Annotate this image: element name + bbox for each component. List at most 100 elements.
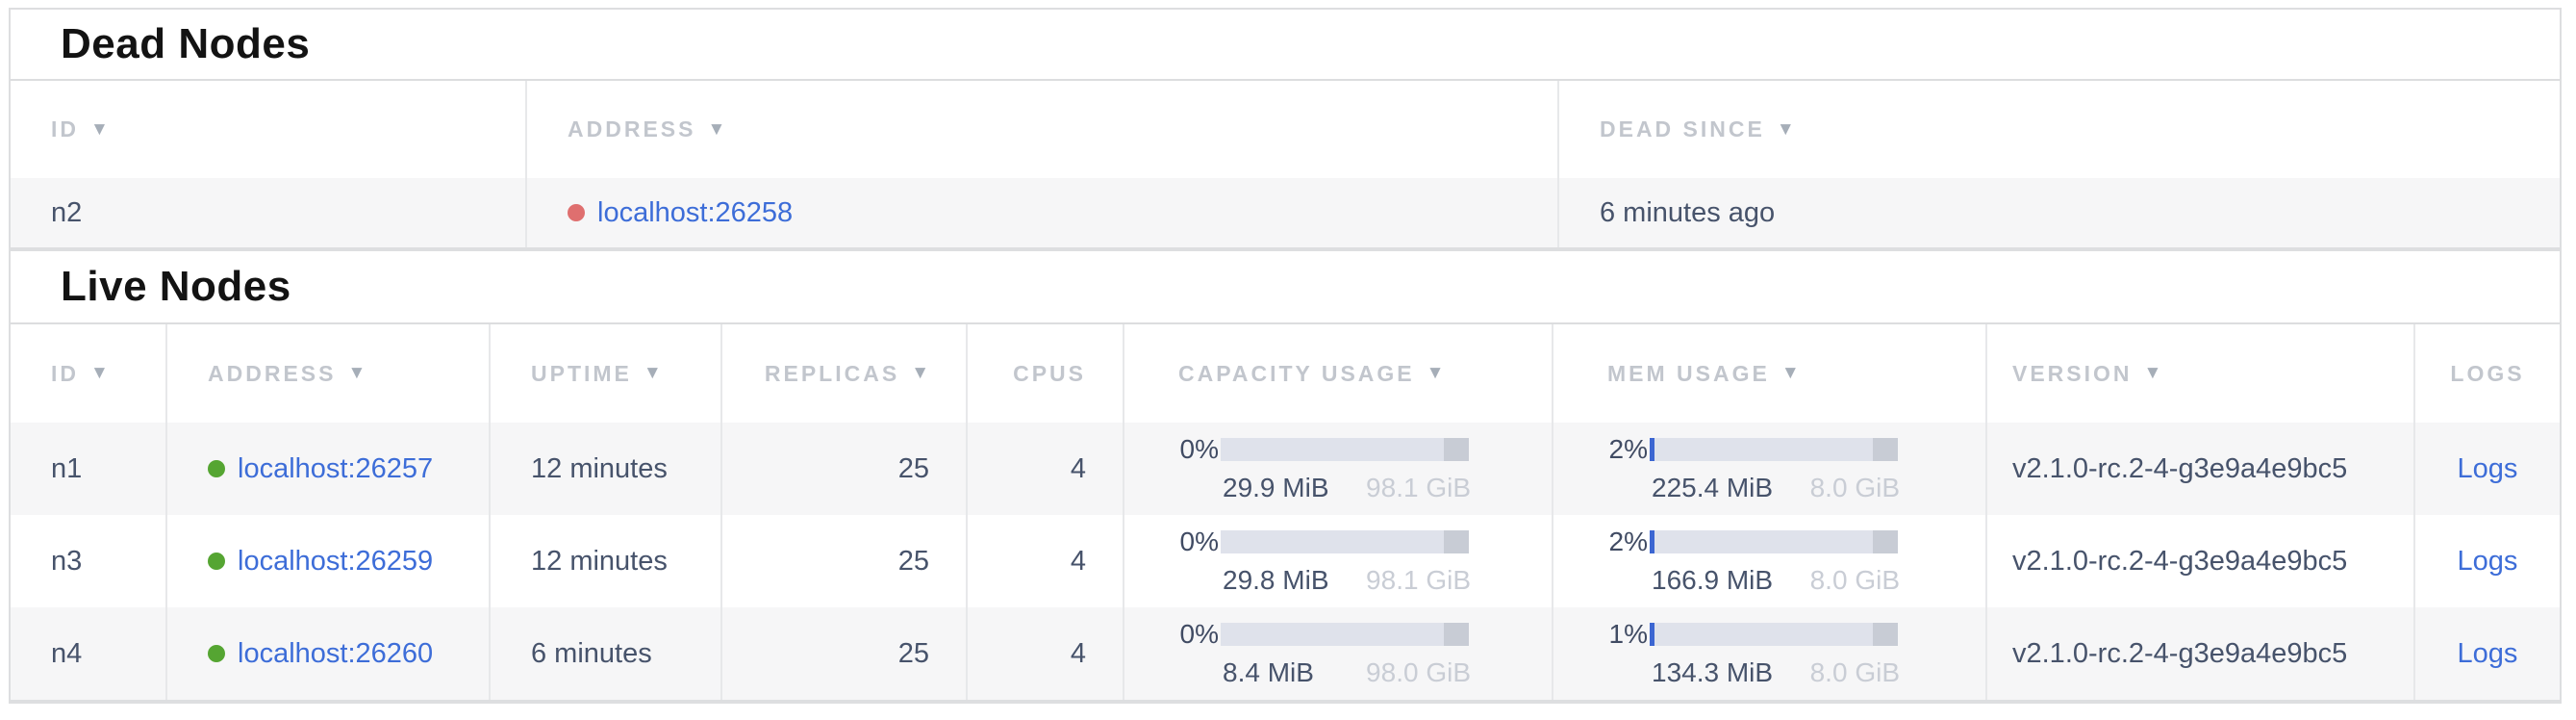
sort-desc-icon: ▼ [707,119,725,141]
uptime-cell: 6 minutes [491,607,722,700]
capacity-usage-cell: 0% 8.4 MiB 98.0 GiB [1124,607,1553,700]
logs-cell: Logs [2415,607,2560,700]
usage-percent-label: 1% [1607,619,1650,650]
node-address-link[interactable]: localhost:26260 [238,638,433,670]
sort-desc-icon: ▼ [1781,363,1800,384]
live-column-header-cpus: CPUS [968,324,1124,423]
version-cell: v2.1.0-rc.2-4-g3e9a4e9bc5 [1987,515,2415,607]
capacity-usage-widget: 0% 29.8 MiB 98.1 GiB [1178,527,1471,596]
cpus-cell: 4 [968,515,1124,607]
usage-used-label: 8.4 MiB [1223,657,1314,688]
usage-total-label: 98.1 GiB [1366,565,1471,596]
usage-bar [1221,623,1469,646]
mem-usage-widget: 2% 225.4 MiB 8.0 GiB [1607,434,1900,503]
usage-bar [1650,438,1898,461]
usage-bar [1650,530,1898,553]
cpus-cell: 4 [968,607,1124,700]
capacity-usage-widget: 0% 29.9 MiB 98.1 GiB [1178,434,1471,503]
capacity-usage-widget: 0% 8.4 MiB 98.0 GiB [1178,619,1471,688]
replicas-cell: 25 [722,515,968,607]
logs-cell: Logs [2415,515,2560,607]
replicas-cell: 25 [722,423,968,515]
usage-bar-fill [1650,623,1654,646]
node-address-link[interactable]: localhost:26259 [238,546,433,578]
live-column-header-id[interactable]: ID ▼ [11,324,167,423]
sort-desc-icon: ▼ [644,363,662,384]
usage-percent-label: 0% [1178,619,1221,650]
usage-used-label: 29.8 MiB [1223,565,1329,596]
table-row: n4 localhost:26260 6 minutes 25 4 0% [11,607,2560,700]
table-row: n3 localhost:26259 12 minutes 25 4 0% [11,515,2560,607]
replicas-cell: 25 [722,607,968,700]
mem-usage-cell: 2% 166.9 MiB 8.0 GiB [1553,515,1987,607]
table-row: n1 localhost:26257 12 minutes 25 4 0% [11,423,2560,515]
live-nodes-body: n1 localhost:26257 12 minutes 25 4 0% [11,423,2560,702]
usage-bar-end-block [1873,623,1898,646]
node-list-panel: Dead Nodes ID ▼ ADDRESS ▼ DEAD SINCE ▼ n… [9,8,2562,704]
dead-column-header-dead-since[interactable]: DEAD SINCE ▼ [1559,81,2560,178]
usage-percent-label: 0% [1178,434,1221,465]
usage-total-label: 8.0 GiB [1810,565,1900,596]
usage-total-label: 98.0 GiB [1366,657,1471,688]
node-address-cell: localhost:26258 [527,178,1559,247]
logs-link[interactable]: Logs [2458,638,2518,670]
mem-usage-cell: 2% 225.4 MiB 8.0 GiB [1553,423,1987,515]
dead-status-dot-icon [568,204,585,221]
usage-total-label: 8.0 GiB [1810,657,1900,688]
sort-desc-icon: ▼ [90,363,109,384]
sort-desc-icon: ▼ [1777,119,1795,141]
node-id-cell: n1 [11,423,167,515]
live-nodes-header-row: ID ▼ ADDRESS ▼ UPTIME ▼ REPLICAS ▼ CPUS … [11,324,2560,423]
node-address-cell: localhost:26259 [167,515,491,607]
node-address-link[interactable]: localhost:26258 [597,197,793,229]
usage-bar [1650,623,1898,646]
usage-total-label: 8.0 GiB [1810,473,1900,503]
sort-desc-icon: ▼ [347,363,366,384]
capacity-usage-cell: 0% 29.9 MiB 98.1 GiB [1124,423,1553,515]
usage-percent-label: 2% [1607,434,1650,465]
live-nodes-heading: Live Nodes [11,249,2560,324]
live-status-dot-icon [208,645,225,662]
dead-nodes-header-row: ID ▼ ADDRESS ▼ DEAD SINCE ▼ [11,81,2560,178]
usage-used-label: 134.3 MiB [1652,657,1773,688]
usage-bar [1221,438,1469,461]
capacity-usage-cell: 0% 29.8 MiB 98.1 GiB [1124,515,1553,607]
logs-cell: Logs [2415,423,2560,515]
usage-bar-end-block [1444,530,1469,553]
sort-desc-icon: ▼ [90,119,109,141]
live-column-header-capacity-usage[interactable]: CAPACITY USAGE ▼ [1124,324,1553,423]
dead-nodes-heading: Dead Nodes [11,10,2560,81]
uptime-cell: 12 minutes [491,423,722,515]
dead-column-header-address[interactable]: ADDRESS ▼ [527,81,1559,178]
usage-used-label: 166.9 MiB [1652,565,1773,596]
node-address-cell: localhost:26257 [167,423,491,515]
node-address-cell: localhost:26260 [167,607,491,700]
mem-usage-cell: 1% 134.3 MiB 8.0 GiB [1553,607,1987,700]
logs-link[interactable]: Logs [2458,546,2518,578]
usage-bar-end-block [1873,438,1898,461]
node-address-link[interactable]: localhost:26257 [238,453,433,485]
live-column-header-uptime[interactable]: UPTIME ▼ [491,324,722,423]
live-column-header-version[interactable]: VERSION ▼ [1987,324,2415,423]
table-row: n2 localhost:26258 6 minutes ago [11,178,2560,249]
mem-usage-widget: 2% 166.9 MiB 8.0 GiB [1607,527,1900,596]
dead-column-header-id[interactable]: ID ▼ [11,81,527,178]
version-cell: v2.1.0-rc.2-4-g3e9a4e9bc5 [1987,607,2415,700]
version-cell: v2.1.0-rc.2-4-g3e9a4e9bc5 [1987,423,2415,515]
live-status-dot-icon [208,553,225,570]
usage-total-label: 98.1 GiB [1366,473,1471,503]
usage-percent-label: 2% [1607,527,1650,557]
live-column-header-replicas[interactable]: REPLICAS ▼ [722,324,968,423]
mem-usage-widget: 1% 134.3 MiB 8.0 GiB [1607,619,1900,688]
node-id-cell: n4 [11,607,167,700]
live-column-header-logs: LOGS [2415,324,2560,423]
live-column-header-address[interactable]: ADDRESS ▼ [167,324,491,423]
usage-bar-fill [1650,438,1654,461]
live-column-header-mem-usage[interactable]: MEM USAGE ▼ [1553,324,1987,423]
logs-link[interactable]: Logs [2458,453,2518,485]
usage-bar-end-block [1444,623,1469,646]
sort-desc-icon: ▼ [911,363,929,384]
usage-used-label: 29.9 MiB [1223,473,1329,503]
uptime-cell: 12 minutes [491,515,722,607]
usage-percent-label: 0% [1178,527,1221,557]
